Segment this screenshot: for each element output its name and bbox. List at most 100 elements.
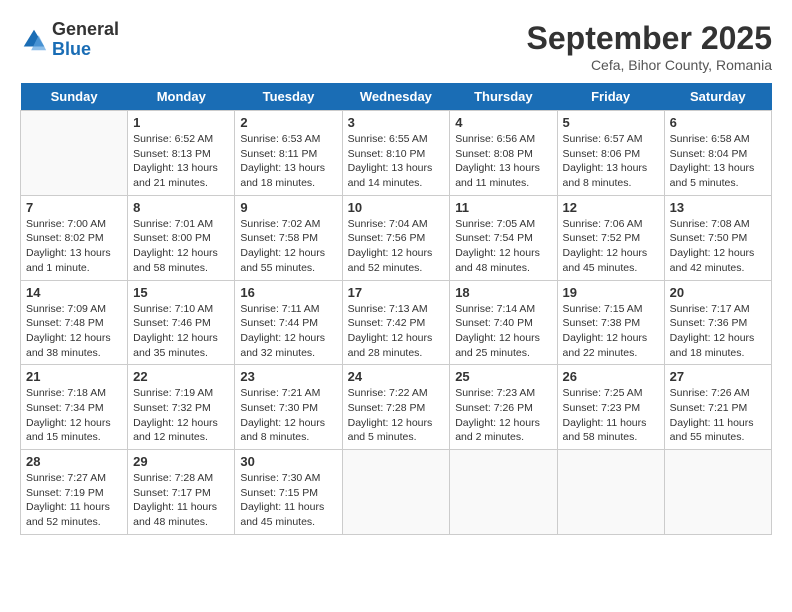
day-info: Sunrise: 6:58 AM Sunset: 8:04 PM Dayligh… xyxy=(670,132,766,191)
day-number: 23 xyxy=(240,369,336,384)
calendar-cell: 5 Sunrise: 6:57 AM Sunset: 8:06 PM Daylig… xyxy=(557,111,664,196)
day-header-tuesday: Tuesday xyxy=(235,83,342,111)
day-number: 9 xyxy=(240,200,336,215)
day-info: Sunrise: 7:21 AM Sunset: 7:30 PM Dayligh… xyxy=(240,386,336,445)
week-row-5: 28Sunrise: 7:27 AM Sunset: 7:19 PM Dayli… xyxy=(21,450,772,535)
day-info: Sunrise: 7:25 AM Sunset: 7:23 PM Dayligh… xyxy=(563,386,659,445)
day-info: Sunrise: 7:10 AM Sunset: 7:46 PM Dayligh… xyxy=(133,302,229,361)
calendar-cell: 16 Sunrise: 7:11 AM Sunset: 7:44 PM Dayli… xyxy=(235,280,342,365)
day-number: 20 xyxy=(670,285,766,300)
day-header-thursday: Thursday xyxy=(450,83,557,111)
calendar-cell xyxy=(450,450,557,535)
day-header-saturday: Saturday xyxy=(664,83,771,111)
day-number: 14 xyxy=(26,285,122,300)
calendar-cell xyxy=(664,450,771,535)
day-info: Sunrise: 7:30 AM Sunset: 7:15 PM Dayligh… xyxy=(240,471,336,530)
day-info: Sunrise: 7:13 AM Sunset: 7:42 PM Dayligh… xyxy=(348,302,445,361)
day-number: 22 xyxy=(133,369,229,384)
day-header-sunday: Sunday xyxy=(21,83,128,111)
calendar-cell: 23 Sunrise: 7:21 AM Sunset: 7:30 PM Dayli… xyxy=(235,365,342,450)
calendar-cell: 29 Sunrise: 7:28 AM Sunset: 7:17 PM Dayli… xyxy=(128,450,235,535)
day-number: 17 xyxy=(348,285,445,300)
day-number: 5 xyxy=(563,115,659,130)
logo-icon xyxy=(20,26,48,54)
day-header-monday: Monday xyxy=(128,83,235,111)
calendar-cell xyxy=(557,450,664,535)
day-info: Sunrise: 7:19 AM Sunset: 7:32 PM Dayligh… xyxy=(133,386,229,445)
day-number: 4 xyxy=(455,115,551,130)
calendar-cell: 6 Sunrise: 6:58 AM Sunset: 8:04 PM Daylig… xyxy=(664,111,771,196)
day-number: 2 xyxy=(240,115,336,130)
calendar-cell xyxy=(342,450,450,535)
days-header-row: SundayMondayTuesdayWednesdayThursdayFrid… xyxy=(21,83,772,111)
day-info: Sunrise: 7:11 AM Sunset: 7:44 PM Dayligh… xyxy=(240,302,336,361)
day-info: Sunrise: 7:17 AM Sunset: 7:36 PM Dayligh… xyxy=(670,302,766,361)
logo-general-text: General xyxy=(52,19,119,39)
calendar-cell: 12Sunrise: 7:06 AM Sunset: 7:52 PM Dayli… xyxy=(557,195,664,280)
day-number: 25 xyxy=(455,369,551,384)
logo-blue-text: Blue xyxy=(52,39,91,59)
calendar-table: SundayMondayTuesdayWednesdayThursdayFrid… xyxy=(20,83,772,535)
calendar-cell: 25 Sunrise: 7:23 AM Sunset: 7:26 PM Dayli… xyxy=(450,365,557,450)
day-info: Sunrise: 7:00 AM Sunset: 8:02 PM Dayligh… xyxy=(26,217,122,276)
calendar-cell: 30 Sunrise: 7:30 AM Sunset: 7:15 PM Dayli… xyxy=(235,450,342,535)
day-number: 21 xyxy=(26,369,122,384)
day-number: 27 xyxy=(670,369,766,384)
day-info: Sunrise: 7:28 AM Sunset: 7:17 PM Dayligh… xyxy=(133,471,229,530)
day-info: Sunrise: 7:09 AM Sunset: 7:48 PM Dayligh… xyxy=(26,302,122,361)
day-number: 12 xyxy=(563,200,659,215)
day-number: 8 xyxy=(133,200,229,215)
calendar-cell: 20 Sunrise: 7:17 AM Sunset: 7:36 PM Dayli… xyxy=(664,280,771,365)
day-info: Sunrise: 7:18 AM Sunset: 7:34 PM Dayligh… xyxy=(26,386,122,445)
calendar-cell: 18Sunrise: 7:14 AM Sunset: 7:40 PM Dayli… xyxy=(450,280,557,365)
calendar-cell: 1 Sunrise: 6:52 AM Sunset: 8:13 PM Daylig… xyxy=(128,111,235,196)
week-row-2: 7 Sunrise: 7:00 AM Sunset: 8:02 PM Daylig… xyxy=(21,195,772,280)
day-number: 15 xyxy=(133,285,229,300)
day-info: Sunrise: 6:56 AM Sunset: 8:08 PM Dayligh… xyxy=(455,132,551,191)
day-info: Sunrise: 7:23 AM Sunset: 7:26 PM Dayligh… xyxy=(455,386,551,445)
day-number: 30 xyxy=(240,454,336,469)
calendar-cell: 11 Sunrise: 7:05 AM Sunset: 7:54 PM Dayli… xyxy=(450,195,557,280)
day-number: 24 xyxy=(348,369,445,384)
week-row-3: 14 Sunrise: 7:09 AM Sunset: 7:48 PM Dayli… xyxy=(21,280,772,365)
calendar-cell: 14 Sunrise: 7:09 AM Sunset: 7:48 PM Dayli… xyxy=(21,280,128,365)
day-number: 16 xyxy=(240,285,336,300)
month-title: September 2025 xyxy=(527,20,772,57)
calendar-cell xyxy=(21,111,128,196)
week-row-1: 1 Sunrise: 6:52 AM Sunset: 8:13 PM Daylig… xyxy=(21,111,772,196)
calendar-cell: 22 Sunrise: 7:19 AM Sunset: 7:32 PM Dayli… xyxy=(128,365,235,450)
day-number: 18 xyxy=(455,285,551,300)
day-header-friday: Friday xyxy=(557,83,664,111)
calendar-cell: 17 Sunrise: 7:13 AM Sunset: 7:42 PM Dayli… xyxy=(342,280,450,365)
day-info: Sunrise: 7:22 AM Sunset: 7:28 PM Dayligh… xyxy=(348,386,445,445)
day-info: Sunrise: 7:05 AM Sunset: 7:54 PM Dayligh… xyxy=(455,217,551,276)
day-header-wednesday: Wednesday xyxy=(342,83,450,111)
day-number: 6 xyxy=(670,115,766,130)
week-row-4: 21 Sunrise: 7:18 AM Sunset: 7:34 PM Dayli… xyxy=(21,365,772,450)
day-info: Sunrise: 7:26 AM Sunset: 7:21 PM Dayligh… xyxy=(670,386,766,445)
day-info: Sunrise: 7:15 AM Sunset: 7:38 PM Dayligh… xyxy=(563,302,659,361)
calendar-cell: 21 Sunrise: 7:18 AM Sunset: 7:34 PM Dayli… xyxy=(21,365,128,450)
calendar-cell: 24 Sunrise: 7:22 AM Sunset: 7:28 PM Dayli… xyxy=(342,365,450,450)
day-number: 7 xyxy=(26,200,122,215)
day-number: 11 xyxy=(455,200,551,215)
day-number: 3 xyxy=(348,115,445,130)
calendar-cell: 28Sunrise: 7:27 AM Sunset: 7:19 PM Dayli… xyxy=(21,450,128,535)
day-number: 10 xyxy=(348,200,445,215)
logo: General Blue xyxy=(20,20,119,60)
calendar-cell: 15 Sunrise: 7:10 AM Sunset: 7:46 PM Dayli… xyxy=(128,280,235,365)
day-number: 1 xyxy=(133,115,229,130)
day-info: Sunrise: 6:52 AM Sunset: 8:13 PM Dayligh… xyxy=(133,132,229,191)
day-number: 19 xyxy=(563,285,659,300)
day-info: Sunrise: 7:01 AM Sunset: 8:00 PM Dayligh… xyxy=(133,217,229,276)
calendar-cell: 7 Sunrise: 7:00 AM Sunset: 8:02 PM Daylig… xyxy=(21,195,128,280)
calendar-cell: 3Sunrise: 6:55 AM Sunset: 8:10 PM Daylig… xyxy=(342,111,450,196)
day-number: 29 xyxy=(133,454,229,469)
calendar-cell: 19 Sunrise: 7:15 AM Sunset: 7:38 PM Dayli… xyxy=(557,280,664,365)
calendar-cell: 4 Sunrise: 6:56 AM Sunset: 8:08 PM Daylig… xyxy=(450,111,557,196)
calendar-cell: 8 Sunrise: 7:01 AM Sunset: 8:00 PM Daylig… xyxy=(128,195,235,280)
calendar-cell: 26 Sunrise: 7:25 AM Sunset: 7:23 PM Dayli… xyxy=(557,365,664,450)
day-info: Sunrise: 6:57 AM Sunset: 8:06 PM Dayligh… xyxy=(563,132,659,191)
day-number: 26 xyxy=(563,369,659,384)
day-info: Sunrise: 6:53 AM Sunset: 8:11 PM Dayligh… xyxy=(240,132,336,191)
